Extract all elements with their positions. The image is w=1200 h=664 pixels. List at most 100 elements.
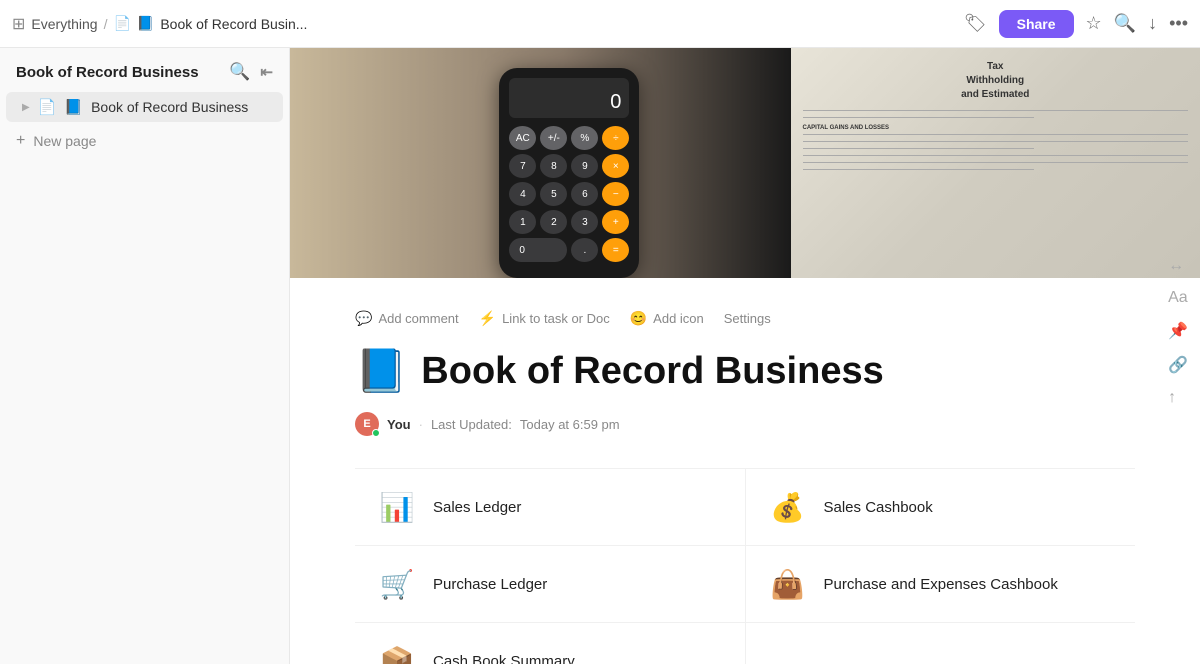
page-title-emoji: 📘: [355, 347, 407, 396]
sidebar-search-icon[interactable]: 🔍: [229, 62, 250, 82]
more-icon[interactable]: •••: [1169, 13, 1188, 34]
hero-image-inner: 0 AC +/- % ÷ 7 8 9 × 4 5 6: [290, 48, 1200, 278]
calc-btn-0: 0: [509, 238, 567, 262]
grid-icon[interactable]: ⊞: [12, 14, 25, 34]
hero-tax-form: TaxWithholdingand Estimated Capital Gain…: [791, 48, 1200, 278]
calc-btn-7: 7: [509, 154, 536, 178]
sidebar-item-emoji: 📘: [64, 98, 83, 116]
form-line-5: [803, 148, 1034, 149]
last-updated-time: Today at 6:59 pm: [520, 417, 620, 432]
search-icon[interactable]: 🔍: [1114, 13, 1136, 34]
form-title: TaxWithholdingand Estimated: [803, 60, 1189, 102]
card-label-sales-cashbook: Sales Cashbook: [824, 499, 933, 516]
settings-button[interactable]: Settings: [724, 311, 771, 326]
cards-row-1: 📊 Sales Ledger 💰 Sales Cashbook: [355, 468, 1135, 546]
calc-btn-5: 5: [540, 182, 567, 206]
sidebar-title: Book of Record Business: [16, 64, 199, 81]
calc-btn-add: +: [602, 210, 629, 234]
toolbar-row: 💬 Add comment ⚡ Link to task or Doc 😊 Ad…: [355, 310, 1135, 327]
card-cash-book-summary[interactable]: 📦 Cash Book Summary: [355, 623, 746, 664]
calc-btn-sub: −: [602, 182, 629, 206]
card-emoji-sales-ledger: 📊: [375, 485, 419, 529]
page-content-area: 0 AC +/- % ÷ 7 8 9 × 4 5 6: [290, 48, 1200, 664]
new-page-button[interactable]: + New page: [0, 126, 289, 156]
calc-btn-pct: %: [571, 126, 598, 150]
export-icon[interactable]: ↓: [1148, 13, 1157, 34]
form-line-3: [803, 134, 1189, 135]
sidebar-item-arrow: ▶: [22, 102, 30, 113]
cards-row-2: 🛒 Purchase Ledger 👜 Purchase and Expense…: [355, 546, 1135, 623]
bookmark-icon[interactable]: 🏷: [964, 13, 987, 34]
star-icon[interactable]: ☆: [1086, 13, 1102, 34]
calc-btn-1: 1: [509, 210, 536, 234]
page-body: 💬 Add comment ⚡ Link to task or Doc 😊 Ad…: [295, 278, 1195, 664]
form-section-1: Capital Gains and Losses: [803, 124, 1189, 132]
hero-left: 0 AC +/- % ÷ 7 8 9 × 4 5 6: [290, 48, 809, 278]
cards-grid: 📊 Sales Ledger 💰 Sales Cashbook 🛒 Purcha…: [355, 468, 1135, 664]
sidebar-collapse-icon[interactable]: ⇤: [260, 63, 273, 81]
card-purchase-expenses-cashbook[interactable]: 👜 Purchase and Expenses Cashbook: [746, 546, 1136, 622]
comment-icon: 💬: [355, 310, 372, 327]
link-label: Link to task or Doc: [502, 311, 610, 326]
share2-icon[interactable]: ↑: [1168, 389, 1188, 407]
calc-btn-mul: ×: [602, 154, 629, 178]
card-emoji-cash-book-summary: 📦: [375, 639, 419, 664]
pin-icon[interactable]: 📌: [1168, 321, 1188, 341]
card-emoji-purchase-expenses: 👜: [766, 562, 810, 606]
calc-btn-dot: .: [571, 238, 598, 262]
breadcrumb-separator: /: [104, 16, 108, 32]
sidebar-header: Book of Record Business 🔍 ⇤: [0, 48, 289, 92]
calc-btn-8: 8: [540, 154, 567, 178]
avatar-status-dot: [372, 429, 380, 437]
add-icon-button[interactable]: 😊 Add icon: [630, 310, 704, 327]
topbar: ⊞ Everything / 📄 📘 Book of Record Busin.…: [0, 0, 1200, 48]
calc-screen: 0: [509, 78, 629, 118]
avatar: E: [355, 412, 379, 436]
calc-btn-sign: +/-: [540, 126, 567, 150]
emoji-icon: 😊: [630, 310, 647, 327]
link-to-task-button[interactable]: ⚡ Link to task or Doc: [479, 310, 610, 327]
main-layout: Book of Record Business 🔍 ⇤ ▶ 📄 📘 Book o…: [0, 48, 1200, 664]
doc-icon: 📄: [113, 15, 130, 32]
calc-btn-eq: =: [602, 238, 629, 262]
icon-label: Add icon: [653, 311, 704, 326]
right-tools: ↔ Aa 📌 🔗 ↑: [1168, 257, 1188, 407]
link2-icon[interactable]: 🔗: [1168, 355, 1188, 375]
form-line-4: [803, 141, 1189, 142]
calculator-visual: 0 AC +/- % ÷ 7 8 9 × 4 5 6: [499, 68, 639, 278]
sidebar-item-book-of-record[interactable]: ▶ 📄 📘 Book of Record Business: [6, 92, 283, 122]
sidebar: Book of Record Business 🔍 ⇤ ▶ 📄 📘 Book o…: [0, 48, 290, 664]
hero-image: 0 AC +/- % ÷ 7 8 9 × 4 5 6: [290, 48, 1200, 278]
calc-btn-div: ÷: [602, 126, 629, 150]
breadcrumb-page-name[interactable]: Book of Record Busin...: [160, 16, 307, 32]
meta-row: E You · Last Updated: Today at 6:59 pm: [355, 412, 1135, 436]
card-sales-cashbook[interactable]: 💰 Sales Cashbook: [746, 469, 1136, 545]
share-button[interactable]: Share: [999, 10, 1074, 38]
topbar-right: 🏷 Share ☆ 🔍 ↓ •••: [964, 10, 1188, 38]
form-line-6: [803, 155, 1189, 156]
card-sales-ledger[interactable]: 📊 Sales Ledger: [355, 469, 746, 545]
calc-btn-ac: AC: [509, 126, 536, 150]
add-comment-button[interactable]: 💬 Add comment: [355, 310, 459, 327]
settings-label: Settings: [724, 311, 771, 326]
new-page-label: New page: [33, 133, 96, 149]
form-line-1: [803, 110, 1189, 111]
card-label-purchase-ledger: Purchase Ledger: [433, 576, 547, 593]
meta-divider: ·: [419, 417, 423, 432]
page-title: Book of Record Business: [421, 350, 883, 393]
cards-row-3: 📦 Cash Book Summary: [355, 623, 1135, 664]
form-line-2: [803, 117, 1034, 118]
calc-btn-6: 6: [571, 182, 598, 206]
app-name[interactable]: Everything: [31, 16, 97, 32]
page-title-row: 📘 Book of Record Business: [355, 347, 1135, 396]
expand-icon[interactable]: ↔: [1168, 257, 1188, 275]
font-icon[interactable]: Aa: [1168, 289, 1188, 307]
plus-icon: +: [16, 132, 25, 150]
card-emoji-sales-cashbook: 💰: [766, 485, 810, 529]
card-purchase-ledger[interactable]: 🛒 Purchase Ledger: [355, 546, 746, 622]
form-lines: Capital Gains and Losses: [803, 110, 1189, 176]
form-line-8: [803, 169, 1034, 170]
calc-btn-9: 9: [571, 154, 598, 178]
author-name: You: [387, 417, 411, 432]
sidebar-item-doc-icon: 📄: [38, 98, 57, 116]
